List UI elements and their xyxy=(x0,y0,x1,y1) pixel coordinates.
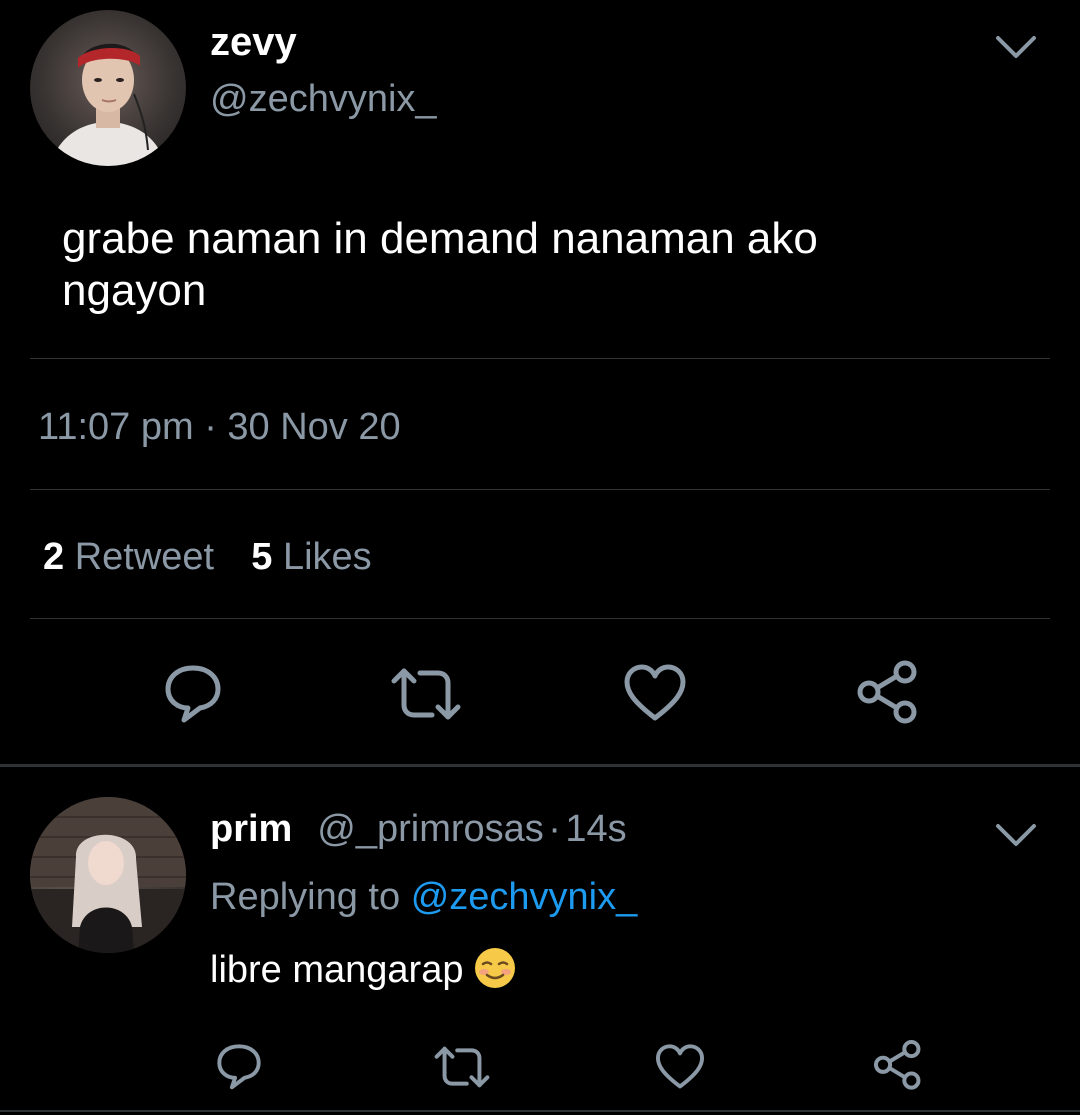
chevron-down-icon[interactable] xyxy=(994,32,1038,62)
share-icon[interactable] xyxy=(855,658,921,724)
meta-separator: · xyxy=(204,406,217,448)
reply-author-name[interactable]: prim xyxy=(210,808,292,850)
engagement-counts: 2 Retweet 5 Likes xyxy=(43,538,372,576)
reply-icon[interactable] xyxy=(213,1040,265,1092)
reply-icon[interactable] xyxy=(160,660,226,726)
smiling-face-emoji-icon xyxy=(473,946,517,990)
reply-time[interactable]: 14s xyxy=(565,808,626,850)
replying-to-handle[interactable]: @zechvynix_ xyxy=(411,876,638,918)
retweet-label: Retweet xyxy=(74,536,215,578)
reply-separator: · xyxy=(548,808,561,850)
tweet-date: 30 Nov 20 xyxy=(227,406,401,448)
reply-header: prim @_primrosas · 14s xyxy=(210,810,627,848)
retweet-count: 2 xyxy=(43,536,65,578)
profile-photo xyxy=(50,43,166,166)
like-icon[interactable] xyxy=(654,1042,706,1090)
retweet-icon[interactable] xyxy=(433,1044,491,1090)
tweet-time: 11:07 pm xyxy=(38,406,194,448)
reply-text: libre mangarap xyxy=(210,949,464,991)
reply-author-avatar[interactable] xyxy=(30,797,186,953)
retweet-icon[interactable] xyxy=(390,665,462,723)
like-count: 5 xyxy=(251,536,273,578)
reply-text-row: libre mangarap xyxy=(210,946,517,990)
author-handle[interactable]: @zechvynix_ xyxy=(210,80,437,118)
tweet-timestamp[interactable]: 11:07 pm · 30 Nov 20 xyxy=(38,408,401,446)
like-icon[interactable] xyxy=(622,662,688,722)
chevron-down-icon[interactable] xyxy=(994,820,1038,850)
tweet-text: grabe naman in demand nanaman ako ngayon xyxy=(62,214,818,315)
reply-author-handle[interactable]: @_primrosas xyxy=(317,808,544,850)
section-divider xyxy=(0,764,1080,767)
profile-photo xyxy=(30,797,186,953)
divider xyxy=(0,1110,1080,1112)
divider xyxy=(30,358,1050,359)
replying-to: Replying to @zechvynix_ xyxy=(210,878,637,916)
like-label: Likes xyxy=(282,536,372,578)
replying-to-label: Replying to xyxy=(210,876,401,918)
share-icon[interactable] xyxy=(872,1038,924,1090)
divider xyxy=(30,618,1050,619)
divider xyxy=(30,489,1050,490)
author-name[interactable]: zevy xyxy=(210,22,297,62)
retweet-stat[interactable]: 2 Retweet xyxy=(43,536,225,578)
like-stat[interactable]: 5 Likes xyxy=(251,536,371,578)
author-avatar[interactable] xyxy=(30,10,186,166)
